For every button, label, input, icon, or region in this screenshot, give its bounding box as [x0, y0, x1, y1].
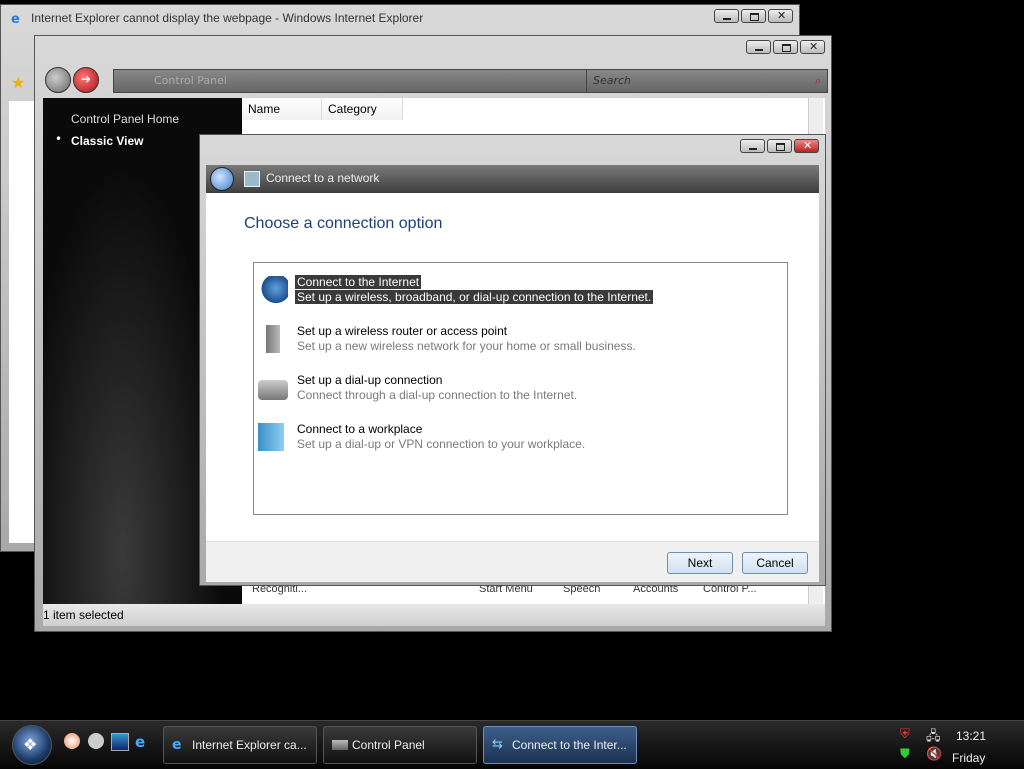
update-icon[interactable]: ⛊ — [900, 747, 910, 762]
cancel-button[interactable]: Cancel — [742, 552, 808, 574]
bullet-icon: • — [55, 132, 63, 146]
option-title: Connect to the Internet — [295, 275, 422, 289]
dialog-footer: Next Cancel — [206, 541, 819, 582]
address-bar[interactable]: Control Panel — [113, 69, 617, 93]
status-text: 1 item selected — [43, 608, 124, 622]
windows-logo-icon: ❖ — [23, 735, 38, 754]
minimize-button[interactable] — [714, 9, 739, 23]
favorites-star-icon[interactable]: ★ — [11, 73, 31, 93]
back-arrow-icon[interactable] — [210, 167, 234, 191]
option-dial-up[interactable]: Set up a dial-up connection Connect thro… — [258, 372, 778, 406]
clock-time[interactable]: 13:21 — [956, 729, 986, 743]
option-desc: Set up a dial-up or VPN connection to yo… — [297, 437, 586, 451]
ie-window-title: Internet Explorer cannot display the web… — [31, 11, 424, 25]
forward-button[interactable]: ➜ — [73, 67, 99, 93]
network-wizard-icon — [244, 171, 260, 187]
task-label: Control Panel — [352, 738, 425, 752]
column-header-name[interactable]: Name — [242, 98, 322, 120]
option-title: Set up a dial-up connection — [297, 373, 443, 387]
taskbar-button-ie[interactable]: e Internet Explorer ca... — [163, 726, 317, 764]
system-tray: ⛨ 🖧 ⛊ 🔇 13:21 Friday — [896, 725, 1024, 765]
workplace-icon — [258, 423, 284, 451]
dialog-caption-buttons — [740, 139, 819, 153]
maximize-button[interactable] — [773, 40, 798, 54]
start-button[interactable]: ❖ — [12, 725, 52, 765]
status-bar: 1 item selected — [43, 604, 825, 626]
dialog-title: Connect to a network — [266, 171, 380, 185]
browser-quicklaunch-icon[interactable] — [64, 733, 80, 749]
globe-icon — [258, 276, 288, 304]
search-box[interactable]: Search ⌕ — [586, 69, 828, 93]
address-text: Control Panel — [154, 74, 227, 87]
maximize-button[interactable] — [767, 139, 792, 153]
option-title: Connect to a workplace — [297, 422, 423, 436]
clock-day[interactable]: Friday — [952, 751, 985, 765]
cp-caption-buttons — [746, 40, 825, 54]
search-placeholder: Search — [593, 74, 632, 87]
option-workplace[interactable]: Connect to a workplace Set up a dial-up … — [258, 421, 778, 455]
next-button[interactable]: Next — [667, 552, 733, 574]
ie-icon: e — [11, 12, 20, 27]
option-connect-internet[interactable]: Connect to the Internet Set up a wireles… — [258, 274, 778, 308]
taskbar-button-control-panel[interactable]: Control Panel — [323, 726, 477, 764]
ie-icon: e — [172, 737, 182, 753]
router-icon — [258, 325, 288, 353]
taskbar-button-connect[interactable]: ⇆ Connect to the Inter... — [483, 726, 637, 764]
option-wireless-router[interactable]: Set up a wireless router or access point… — [258, 323, 778, 357]
network-icon: ⇆ — [492, 737, 503, 752]
close-button[interactable] — [768, 9, 793, 23]
task-label: Internet Explorer ca... — [192, 738, 307, 752]
phone-icon — [258, 380, 288, 400]
option-title: Set up a wireless router or access point — [297, 324, 508, 338]
option-desc: Set up a wireless, broadband, or dial-up… — [295, 290, 654, 304]
taskbar: ❖ e e Internet Explorer ca... Control Pa… — [0, 720, 1024, 769]
media-quicklaunch-icon[interactable] — [88, 733, 104, 749]
close-button[interactable] — [800, 40, 825, 54]
option-desc: Connect through a dial-up connection to … — [297, 388, 578, 402]
task-label: Connect to the Inter... — [512, 738, 627, 752]
security-shield-icon[interactable]: ⛨ — [900, 727, 910, 742]
connect-network-dialog[interactable]: Connect to a network Choose a connection… — [199, 134, 826, 586]
control-panel-home-link[interactable]: Control Panel Home — [71, 112, 179, 126]
control-panel-icon — [332, 740, 348, 750]
volume-muted-icon[interactable]: 🔇 — [926, 747, 942, 762]
column-header-category[interactable]: Category — [322, 98, 403, 120]
dialog-body: Choose a connection option Connect to th… — [206, 193, 819, 541]
show-desktop-icon[interactable] — [111, 733, 129, 751]
minimize-button[interactable] — [740, 139, 765, 153]
classic-view-link[interactable]: Classic View — [71, 134, 144, 148]
back-button[interactable] — [45, 67, 71, 93]
close-button[interactable] — [794, 139, 819, 153]
ie-quicklaunch-icon[interactable]: e — [135, 733, 151, 751]
minimize-button[interactable] — [746, 40, 771, 54]
option-desc: Set up a new wireless network for your h… — [297, 339, 636, 353]
dialog-heading: Choose a connection option — [244, 215, 443, 232]
ie-caption-buttons — [714, 9, 793, 23]
maximize-button[interactable] — [741, 9, 766, 23]
network-status-icon[interactable]: 🖧 — [926, 727, 941, 749]
connection-options-list[interactable]: Connect to the Internet Set up a wireles… — [253, 262, 788, 515]
dialog-header: Connect to a network — [206, 165, 819, 193]
search-icon[interactable]: ⌕ — [815, 74, 821, 88]
